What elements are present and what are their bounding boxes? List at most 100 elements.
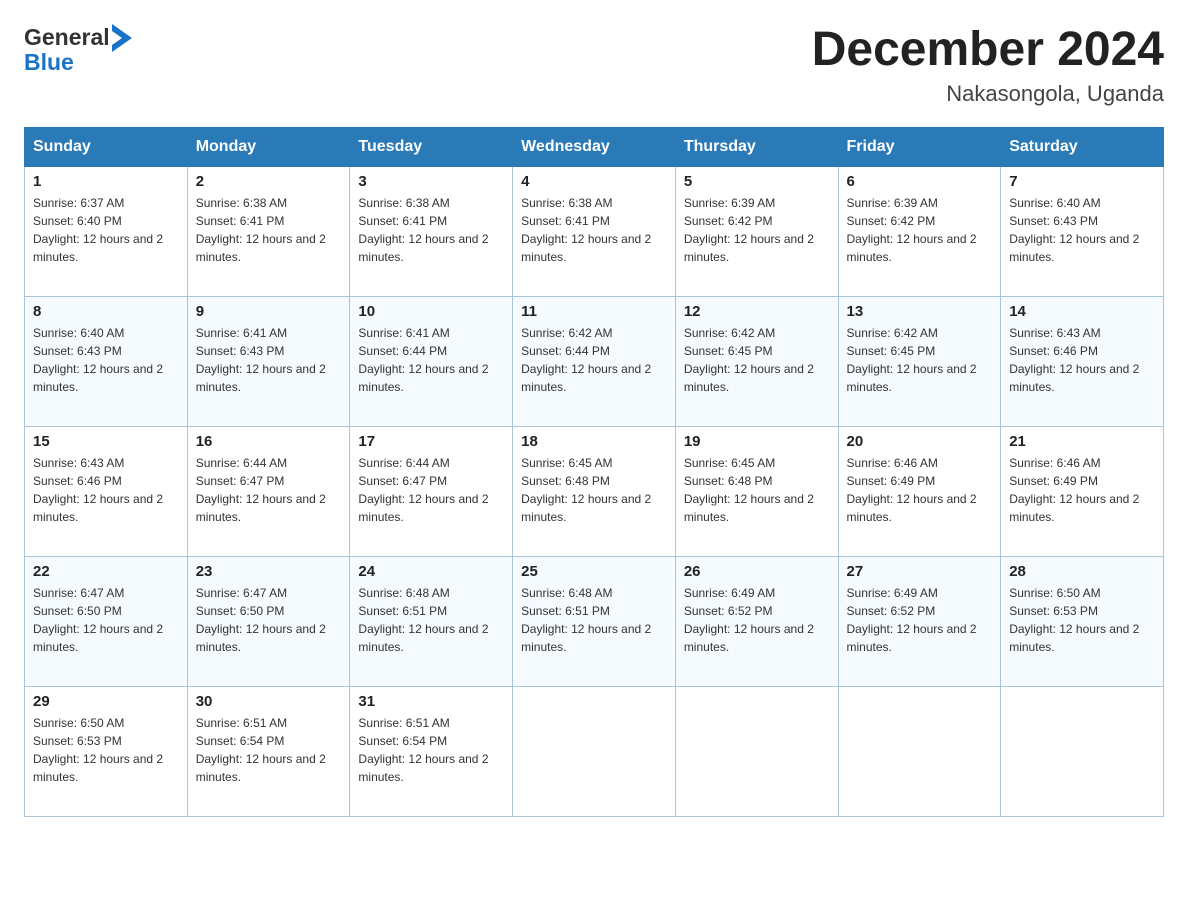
day-info: Sunrise: 6:44 AM Sunset: 6:47 PM Dayligh… (196, 454, 342, 526)
calendar-cell: 23 Sunrise: 6:47 AM Sunset: 6:50 PM Dayl… (187, 556, 350, 686)
day-number: 23 (196, 563, 342, 580)
calendar-cell: 28 Sunrise: 6:50 AM Sunset: 6:53 PM Dayl… (1001, 556, 1164, 686)
sunrise-label: Sunrise: 6:41 AM (196, 326, 287, 340)
calendar-cell: 2 Sunrise: 6:38 AM Sunset: 6:41 PM Dayli… (187, 166, 350, 296)
daylight-label: Daylight: 12 hours and 2 minutes. (358, 492, 488, 524)
calendar-cell: 13 Sunrise: 6:42 AM Sunset: 6:45 PM Dayl… (838, 296, 1001, 426)
daylight-label: Daylight: 12 hours and 2 minutes. (684, 622, 814, 654)
header-thursday: Thursday (675, 127, 838, 166)
sunrise-label: Sunrise: 6:49 AM (684, 586, 775, 600)
calendar-cell: 25 Sunrise: 6:48 AM Sunset: 6:51 PM Dayl… (513, 556, 676, 686)
daylight-label: Daylight: 12 hours and 2 minutes. (684, 232, 814, 264)
daylight-label: Daylight: 12 hours and 2 minutes. (196, 492, 326, 524)
day-number: 1 (33, 173, 179, 190)
calendar-cell: 10 Sunrise: 6:41 AM Sunset: 6:44 PM Dayl… (350, 296, 513, 426)
week-row-1: 1 Sunrise: 6:37 AM Sunset: 6:40 PM Dayli… (25, 166, 1164, 296)
day-info: Sunrise: 6:38 AM Sunset: 6:41 PM Dayligh… (196, 194, 342, 266)
day-info: Sunrise: 6:38 AM Sunset: 6:41 PM Dayligh… (358, 194, 504, 266)
header-wednesday: Wednesday (513, 127, 676, 166)
sunrise-label: Sunrise: 6:43 AM (1009, 326, 1100, 340)
sunrise-label: Sunrise: 6:42 AM (847, 326, 938, 340)
day-number: 24 (358, 563, 504, 580)
sunrise-label: Sunrise: 6:48 AM (358, 586, 449, 600)
daylight-label: Daylight: 12 hours and 2 minutes. (196, 362, 326, 394)
sunrise-label: Sunrise: 6:51 AM (196, 716, 287, 730)
day-number: 17 (358, 433, 504, 450)
day-info: Sunrise: 6:51 AM Sunset: 6:54 PM Dayligh… (358, 714, 504, 786)
calendar-cell: 7 Sunrise: 6:40 AM Sunset: 6:43 PM Dayli… (1001, 166, 1164, 296)
week-row-3: 15 Sunrise: 6:43 AM Sunset: 6:46 PM Dayl… (25, 426, 1164, 556)
day-number: 26 (684, 563, 830, 580)
daylight-label: Daylight: 12 hours and 2 minutes. (196, 622, 326, 654)
sunset-label: Sunset: 6:53 PM (1009, 604, 1098, 618)
sunset-label: Sunset: 6:46 PM (33, 474, 122, 488)
calendar-cell: 19 Sunrise: 6:45 AM Sunset: 6:48 PM Dayl… (675, 426, 838, 556)
header-monday: Monday (187, 127, 350, 166)
day-info: Sunrise: 6:43 AM Sunset: 6:46 PM Dayligh… (33, 454, 179, 526)
week-row-5: 29 Sunrise: 6:50 AM Sunset: 6:53 PM Dayl… (25, 686, 1164, 816)
month-year-title: December 2024 (812, 24, 1164, 77)
calendar-cell: 29 Sunrise: 6:50 AM Sunset: 6:53 PM Dayl… (25, 686, 188, 816)
sunset-label: Sunset: 6:49 PM (847, 474, 936, 488)
sunrise-label: Sunrise: 6:38 AM (521, 196, 612, 210)
sunset-label: Sunset: 6:54 PM (358, 734, 447, 748)
calendar-cell: 24 Sunrise: 6:48 AM Sunset: 6:51 PM Dayl… (350, 556, 513, 686)
day-number: 25 (521, 563, 667, 580)
day-info: Sunrise: 6:42 AM Sunset: 6:45 PM Dayligh… (847, 324, 993, 396)
day-header-row: SundayMondayTuesdayWednesdayThursdayFrid… (25, 127, 1164, 166)
sunset-label: Sunset: 6:50 PM (33, 604, 122, 618)
week-row-2: 8 Sunrise: 6:40 AM Sunset: 6:43 PM Dayli… (25, 296, 1164, 426)
sunrise-label: Sunrise: 6:49 AM (847, 586, 938, 600)
day-number: 11 (521, 303, 667, 320)
daylight-label: Daylight: 12 hours and 2 minutes. (33, 232, 163, 264)
sunset-label: Sunset: 6:46 PM (1009, 344, 1098, 358)
calendar-cell: 21 Sunrise: 6:46 AM Sunset: 6:49 PM Dayl… (1001, 426, 1164, 556)
day-info: Sunrise: 6:49 AM Sunset: 6:52 PM Dayligh… (847, 584, 993, 656)
calendar-cell: 3 Sunrise: 6:38 AM Sunset: 6:41 PM Dayli… (350, 166, 513, 296)
logo-general: General (24, 25, 110, 50)
sunset-label: Sunset: 6:52 PM (684, 604, 773, 618)
sunrise-label: Sunrise: 6:45 AM (521, 456, 612, 470)
daylight-label: Daylight: 12 hours and 2 minutes. (847, 622, 977, 654)
daylight-label: Daylight: 12 hours and 2 minutes. (33, 362, 163, 394)
day-number: 22 (33, 563, 179, 580)
sunrise-label: Sunrise: 6:43 AM (33, 456, 124, 470)
day-number: 14 (1009, 303, 1155, 320)
daylight-label: Daylight: 12 hours and 2 minutes. (847, 492, 977, 524)
day-info: Sunrise: 6:42 AM Sunset: 6:44 PM Dayligh… (521, 324, 667, 396)
sunset-label: Sunset: 6:41 PM (358, 214, 447, 228)
calendar-cell (1001, 686, 1164, 816)
daylight-label: Daylight: 12 hours and 2 minutes. (684, 492, 814, 524)
week-row-4: 22 Sunrise: 6:47 AM Sunset: 6:50 PM Dayl… (25, 556, 1164, 686)
calendar-cell: 12 Sunrise: 6:42 AM Sunset: 6:45 PM Dayl… (675, 296, 838, 426)
day-info: Sunrise: 6:46 AM Sunset: 6:49 PM Dayligh… (1009, 454, 1155, 526)
daylight-label: Daylight: 12 hours and 2 minutes. (358, 752, 488, 784)
calendar-cell: 9 Sunrise: 6:41 AM Sunset: 6:43 PM Dayli… (187, 296, 350, 426)
day-number: 27 (847, 563, 993, 580)
day-number: 16 (196, 433, 342, 450)
day-number: 20 (847, 433, 993, 450)
day-info: Sunrise: 6:39 AM Sunset: 6:42 PM Dayligh… (684, 194, 830, 266)
day-number: 31 (358, 693, 504, 710)
calendar-cell: 15 Sunrise: 6:43 AM Sunset: 6:46 PM Dayl… (25, 426, 188, 556)
sunset-label: Sunset: 6:51 PM (358, 604, 447, 618)
sunrise-label: Sunrise: 6:40 AM (33, 326, 124, 340)
calendar-cell: 5 Sunrise: 6:39 AM Sunset: 6:42 PM Dayli… (675, 166, 838, 296)
sunset-label: Sunset: 6:44 PM (521, 344, 610, 358)
day-number: 13 (847, 303, 993, 320)
sunrise-label: Sunrise: 6:37 AM (33, 196, 124, 210)
day-info: Sunrise: 6:37 AM Sunset: 6:40 PM Dayligh… (33, 194, 179, 266)
calendar-table: SundayMondayTuesdayWednesdayThursdayFrid… (24, 127, 1164, 817)
day-info: Sunrise: 6:50 AM Sunset: 6:53 PM Dayligh… (33, 714, 179, 786)
logo-blue: Blue (24, 50, 132, 75)
calendar-cell: 27 Sunrise: 6:49 AM Sunset: 6:52 PM Dayl… (838, 556, 1001, 686)
sunset-label: Sunset: 6:53 PM (33, 734, 122, 748)
sunrise-label: Sunrise: 6:39 AM (684, 196, 775, 210)
sunset-label: Sunset: 6:41 PM (196, 214, 285, 228)
sunrise-label: Sunrise: 6:48 AM (521, 586, 612, 600)
sunrise-label: Sunrise: 6:42 AM (684, 326, 775, 340)
daylight-label: Daylight: 12 hours and 2 minutes. (521, 622, 651, 654)
day-info: Sunrise: 6:44 AM Sunset: 6:47 PM Dayligh… (358, 454, 504, 526)
day-info: Sunrise: 6:45 AM Sunset: 6:48 PM Dayligh… (521, 454, 667, 526)
day-number: 3 (358, 173, 504, 190)
